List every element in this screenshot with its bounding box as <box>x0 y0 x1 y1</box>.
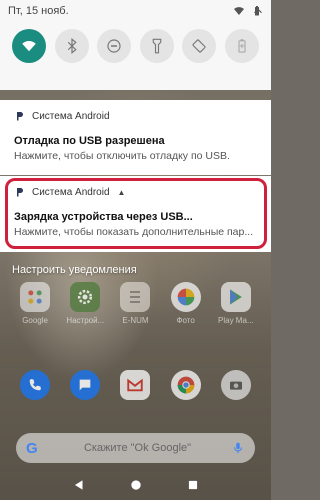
recents-icon[interactable] <box>186 478 200 492</box>
android-system-icon <box>17 112 23 121</box>
phone-icon <box>20 370 51 400</box>
notification-usb-charging[interactable]: Система Android ▲ Зарядка устройства чер… <box>0 176 271 252</box>
quick-settings-row <box>0 29 271 69</box>
navigation-bar <box>0 470 271 500</box>
app-play-store[interactable]: Play Ма... <box>214 282 258 325</box>
app-label: Фото <box>176 316 195 325</box>
notification-app-name: Система Android <box>32 186 110 198</box>
home-icon[interactable] <box>129 478 143 492</box>
chevron-up-icon[interactable] <box>251 4 265 18</box>
app-label: Google <box>22 316 48 325</box>
settings-icon <box>70 282 101 312</box>
google-logo-icon: G <box>26 439 38 457</box>
manage-notifications-link[interactable]: Настроить уведомления <box>12 264 137 276</box>
do-not-disturb-icon <box>107 39 121 53</box>
android-system-icon <box>17 188 23 197</box>
camera-icon <box>220 370 251 400</box>
notification-text: Нажмите, чтобы показать дополнительные п… <box>14 226 254 238</box>
google-search-bar[interactable]: G Скажите "Ok Google" <box>16 433 255 463</box>
back-icon[interactable] <box>72 478 86 492</box>
do-not-disturb-toggle[interactable] <box>97 29 132 63</box>
photos-icon <box>170 282 201 312</box>
google-folder-icon <box>20 282 51 312</box>
app-label: E-NUM <box>122 316 149 325</box>
mic-icon[interactable] <box>231 441 245 455</box>
app-settings[interactable]: Настрой... <box>63 282 107 325</box>
notification-title: Отладка по USB разрешена <box>14 135 165 147</box>
app-google-folder[interactable]: Google <box>13 282 57 325</box>
notification-header: Система Android ▲ <box>14 186 257 198</box>
play-store-icon <box>220 282 251 312</box>
app-phone[interactable] <box>13 370 57 400</box>
flashlight-icon <box>152 38 162 54</box>
bluetooth-toggle[interactable] <box>54 29 89 63</box>
enum-icon <box>120 282 151 312</box>
messages-icon <box>70 370 101 400</box>
search-placeholder: Скажите "Ok Google" <box>83 442 192 454</box>
expand-caret-icon[interactable]: ▲ <box>118 188 126 197</box>
flashlight-toggle[interactable] <box>139 29 174 63</box>
app-gmail[interactable] <box>113 370 157 400</box>
app-label: Play Ма... <box>218 316 254 325</box>
wifi-signal-icon <box>234 7 244 15</box>
battery-saver-toggle[interactable] <box>224 29 259 63</box>
status-date: Пт, 15 нояб. <box>8 5 69 17</box>
chrome-icon <box>170 370 201 400</box>
wifi-icon <box>22 41 36 52</box>
battery-saver-icon <box>238 39 246 53</box>
dock-app-row <box>0 370 271 400</box>
app-chrome[interactable] <box>164 370 208 400</box>
app-camera[interactable] <box>214 370 258 400</box>
bluetooth-icon <box>67 38 77 54</box>
app-enum[interactable]: E-NUM <box>113 282 157 325</box>
notification-usb-debugging[interactable]: Система Android Отладка по USB разрешена… <box>0 100 271 175</box>
auto-rotate-icon <box>192 39 206 53</box>
auto-rotate-toggle[interactable] <box>182 29 217 63</box>
gmail-icon <box>120 370 151 400</box>
status-bar: Пт, 15 нояб. <box>0 0 271 22</box>
app-label: Настрой... <box>66 316 105 325</box>
notification-header: Система Android <box>14 110 257 122</box>
notification-title: Зарядка устройства через USB... <box>14 211 193 223</box>
notification-app-name: Система Android <box>32 110 110 122</box>
wifi-toggle[interactable] <box>12 29 47 63</box>
home-app-row: Google Настрой... E-NUM Фото Play Ма... <box>0 282 271 325</box>
quick-settings-panel: Пт, 15 нояб. <box>0 0 271 90</box>
app-messages[interactable] <box>63 370 107 400</box>
notification-text: Нажмите, чтобы отключить отладку по USB. <box>14 150 230 162</box>
app-photos[interactable]: Фото <box>164 282 208 325</box>
